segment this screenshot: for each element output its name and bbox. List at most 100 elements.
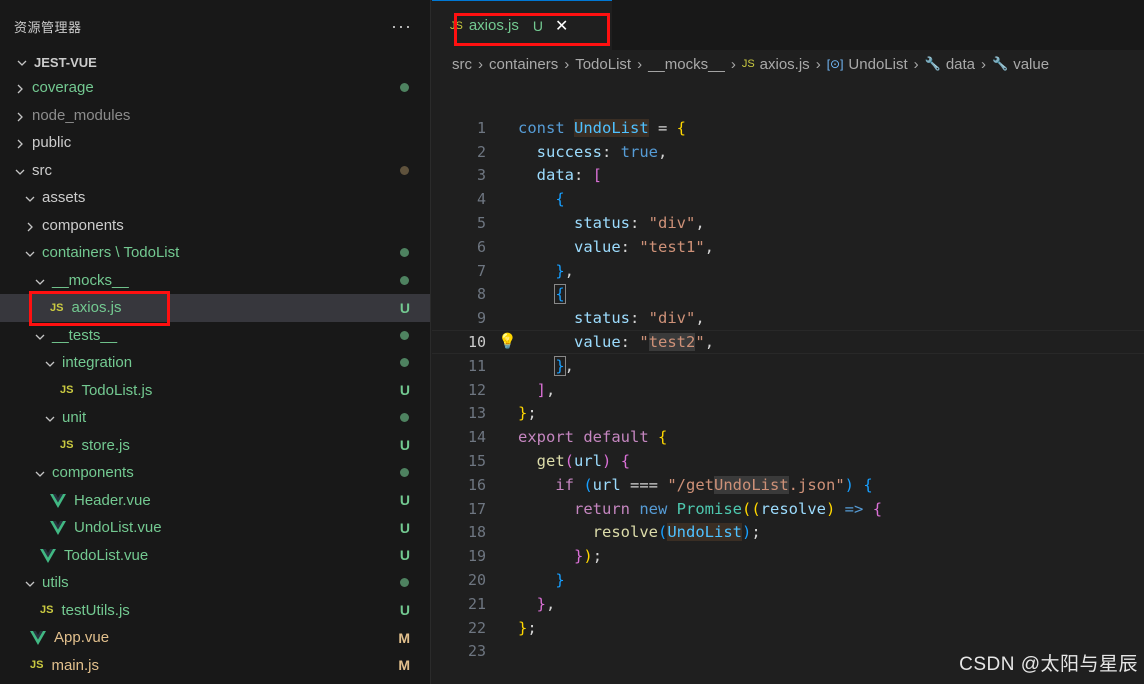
tree-item[interactable]: components <box>0 212 430 240</box>
line-number: 2 <box>476 142 486 161</box>
breadcrumb-item[interactable]: value <box>1013 56 1049 73</box>
code-line[interactable]: 2 success: true, <box>432 140 1144 164</box>
code-token: default <box>583 428 658 447</box>
chevron-down-icon <box>32 327 48 343</box>
tree-item[interactable]: App.vue M <box>0 624 430 652</box>
tree-item[interactable]: node_modules <box>0 102 430 130</box>
tree-item[interactable]: JS testUtils.js U <box>0 597 430 625</box>
tree-item[interactable]: Header.vue U <box>0 487 430 515</box>
tree-item-label: TodoList.js <box>81 381 153 399</box>
chevron-down-icon <box>42 410 58 426</box>
chevron-right-icon: › <box>730 55 736 73</box>
code-line[interactable]: 3 data: [ <box>432 164 1144 188</box>
tree-item[interactable]: unit <box>0 404 430 432</box>
code-token: url <box>592 475 621 494</box>
tree-item[interactable]: components <box>0 459 430 487</box>
tree-item[interactable]: JS main.js M <box>0 652 430 680</box>
code-line[interactable]: 6 value: "test1", <box>432 235 1144 259</box>
lightbulb-icon[interactable]: 💡 <box>498 332 517 350</box>
code-token: if <box>555 475 584 494</box>
git-status-dot <box>400 248 409 258</box>
code-line[interactable]: 4 { <box>432 187 1144 211</box>
code-line[interactable]: 10 💡 value: " test2 ", <box>432 330 1144 354</box>
tree-item-label: containers \ TodoList <box>42 244 180 262</box>
code-line[interactable]: 5 status: "div", <box>432 211 1144 235</box>
breadcrumb-item[interactable]: __mocks__ <box>648 56 725 73</box>
code-token: new <box>639 499 677 518</box>
code-token: { <box>872 499 883 518</box>
breadcrumb-item[interactable]: axios.js <box>760 56 810 73</box>
code-token: { <box>555 190 565 209</box>
code-token: UndoList <box>714 475 789 494</box>
line-number: 8 <box>476 285 486 304</box>
more-actions-icon[interactable]: ··· <box>391 16 412 37</box>
code-editor[interactable]: 1 const UndoList = {2 success: true, 3 dat… <box>432 116 1144 663</box>
code-line[interactable]: 18 resolve(UndoList); <box>432 521 1144 545</box>
code-token: value <box>574 333 621 352</box>
tree-item-label: __tests__ <box>52 326 118 344</box>
code-line[interactable]: 15 get(url) { <box>432 449 1144 473</box>
tree-item[interactable]: TodoList.vue U <box>0 542 430 570</box>
line-number: 21 <box>467 594 486 613</box>
code-token: , <box>704 237 715 256</box>
tree-item-label: testUtils.js <box>61 601 130 619</box>
tree-item[interactable]: integration <box>0 349 430 377</box>
code-line[interactable]: 19 }); <box>432 544 1144 568</box>
git-status-badge: U <box>399 519 410 536</box>
chevron-right-icon <box>12 107 28 123</box>
git-status-badge: U <box>399 547 410 564</box>
chevron-down-icon <box>12 162 28 178</box>
vue-file-icon <box>30 629 46 646</box>
code-token: ( <box>583 475 593 494</box>
code-line[interactable]: 7 }, <box>432 259 1144 283</box>
breadcrumb-item[interactable]: TodoList <box>575 56 631 73</box>
chevron-right-icon <box>22 217 38 233</box>
git-status-badge: U <box>399 299 410 316</box>
tree-item[interactable]: utils <box>0 569 430 597</box>
chevron-right-icon: › <box>913 55 919 73</box>
tree-item[interactable]: src <box>0 157 430 185</box>
code-line[interactable]: 13}; <box>432 402 1144 426</box>
chevron-right-icon <box>12 135 28 151</box>
code-line[interactable]: 8 { <box>432 283 1144 307</box>
code-line[interactable]: 17 return new Promise((resolve) => { <box>432 497 1144 521</box>
git-status-dot <box>400 413 409 423</box>
tree-item[interactable]: containers \ TodoList <box>0 239 430 267</box>
code-line[interactable]: 14 export default { <box>432 425 1144 449</box>
line-number: 1 <box>476 118 486 137</box>
code-line[interactable]: 11 }, <box>432 354 1144 378</box>
tree-item[interactable]: coverage <box>0 74 430 102</box>
git-status-dot <box>400 83 409 93</box>
code-line[interactable]: 1 const UndoList = { <box>432 116 1144 140</box>
breadcrumb-item[interactable]: containers <box>489 56 558 73</box>
code-token: , <box>564 261 575 280</box>
tree-item[interactable]: __mocks__ <box>0 267 430 295</box>
git-status-dot <box>400 358 409 368</box>
tree-item-label: utils <box>42 574 69 592</box>
code-line[interactable]: 22}; <box>432 616 1144 640</box>
code-line[interactable]: 16 if (url === "/get UndoList .json") { <box>432 473 1144 497</box>
code-line[interactable]: 9 status: "div", <box>432 306 1144 330</box>
code-line[interactable]: 20 } <box>432 568 1144 592</box>
tree-item[interactable]: JS TodoList.js U <box>0 377 430 405</box>
code-token: ; <box>592 547 603 566</box>
project-section-header[interactable]: JEST-VUE <box>0 50 430 74</box>
breadcrumb-item[interactable]: src <box>452 56 472 73</box>
tree-item[interactable]: assets <box>0 184 430 212</box>
breadcrumb-item[interactable]: data <box>946 56 975 73</box>
code-line[interactable]: 21 }, <box>432 592 1144 616</box>
variable-symbol-icon: [⊙] <box>826 57 844 71</box>
tree-item[interactable]: JS store.js U <box>0 432 430 460</box>
wrench-icon: 🔧 <box>992 56 1009 71</box>
code-line[interactable]: 12 ], <box>432 378 1144 402</box>
breadcrumb-item[interactable]: UndoList <box>848 56 907 73</box>
line-number: 22 <box>467 618 486 637</box>
tree-item[interactable]: UndoList.vue U <box>0 514 430 542</box>
code-token: status <box>574 309 630 328</box>
tree-item[interactable]: public <box>0 129 430 157</box>
